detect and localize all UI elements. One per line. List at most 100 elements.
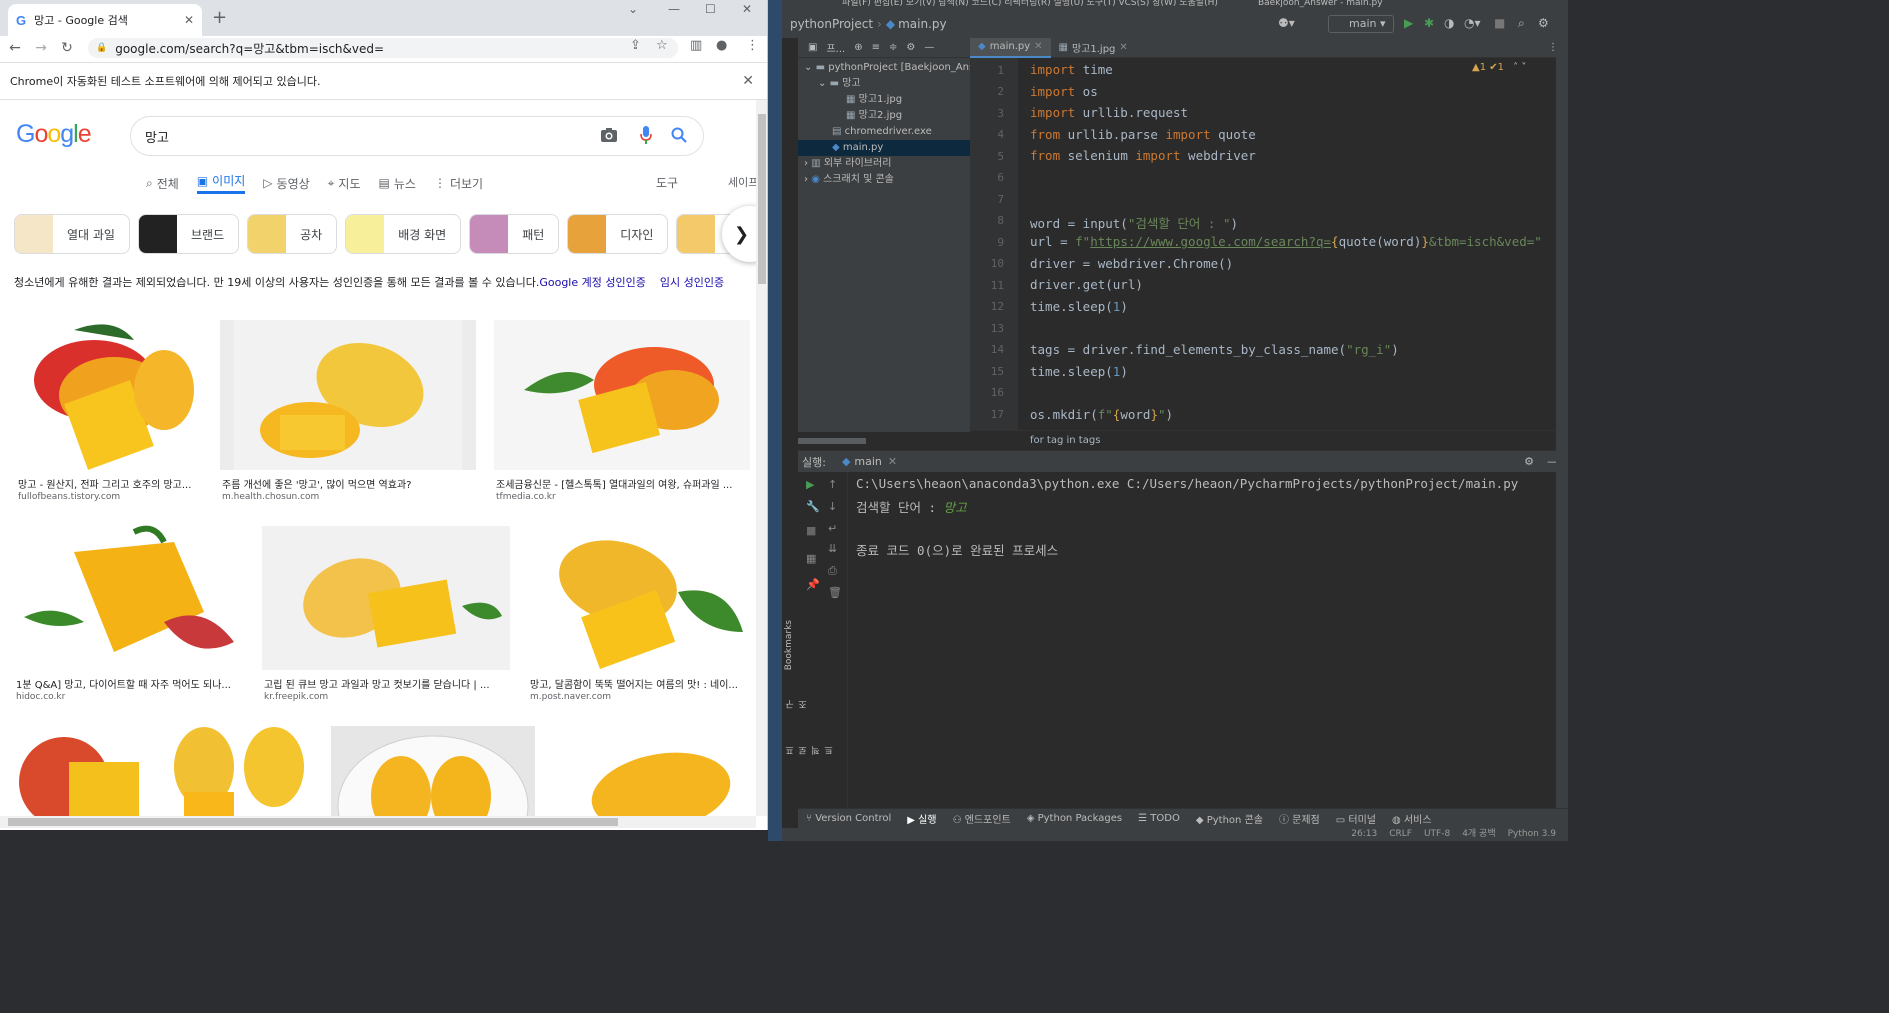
result-caption-5[interactable]: 고립 된 큐브 망고 과일과 망고 컷보기를 닫습니다 | ...	[264, 676, 506, 691]
tree-item-mango2[interactable]: ▦ 망고2.jpg	[798, 108, 970, 124]
result-image-8[interactable]	[164, 722, 314, 816]
result-image-5[interactable]	[262, 526, 510, 670]
run-icon[interactable]: ▶	[1404, 16, 1413, 30]
pin-icon[interactable]: 📌	[806, 578, 820, 591]
print-icon[interactable]: ⎙	[828, 564, 837, 578]
page-vertical-scrollbar[interactable]	[756, 100, 767, 816]
tree-item-scratches[interactable]: › ◉ 스크래치 및 콘솔	[798, 172, 970, 188]
locate-icon[interactable]: ⊕	[854, 42, 862, 53]
trash-icon[interactable]: 🗑	[828, 586, 842, 599]
maximize-icon[interactable]: ☐	[705, 2, 716, 22]
python-packages-tool[interactable]: ◈ Python Packages	[1027, 813, 1122, 824]
code-editor[interactable]: import time import os import urllib.requ…	[1030, 58, 1560, 432]
bookmarks-tool[interactable]: Bookmarks	[784, 620, 794, 670]
chip-pattern[interactable]: 패턴	[469, 214, 560, 254]
cursor-position[interactable]: 26:13	[1351, 828, 1377, 841]
expand-all-icon[interactable]: ≡	[872, 42, 880, 53]
scrollbar-thumb[interactable]	[8, 818, 618, 826]
chip-brand[interactable]: 브랜드	[137, 214, 240, 254]
result-image-10[interactable]	[551, 722, 751, 816]
filter-news[interactable]: ▤ 뉴스	[379, 172, 416, 194]
chip-tropical-fruit[interactable]: 열대 과일	[14, 214, 130, 254]
result-image-3[interactable]	[494, 320, 750, 470]
scrollbar-thumb[interactable]	[758, 114, 766, 284]
page-horizontal-scrollbar[interactable]	[0, 816, 756, 828]
forward-icon[interactable]: →	[28, 40, 54, 56]
editor-tab-mango1[interactable]: ▦ 망고1.jpg ✕	[1051, 38, 1136, 58]
reload-icon[interactable]: ↻	[54, 40, 80, 56]
tree-item-project-root[interactable]: ⌄ ▬ pythonProject [Baekjoon_Answer]	[798, 60, 970, 76]
result-caption-6[interactable]: 망고, 달콤함이 뚝뚝 떨어지는 여름의 맛! : 네이...	[530, 676, 748, 691]
breadcrumb-file[interactable]: main.py	[898, 17, 947, 31]
new-tab-icon[interactable]: +	[212, 7, 227, 28]
project-view-icon[interactable]: ▣	[808, 42, 817, 53]
close-tab-icon[interactable]: ✕	[888, 455, 897, 468]
version-control-tool[interactable]: ⑂ Version Control	[806, 813, 891, 824]
result-caption-2[interactable]: 주름 개선에 좋은 '망고', 많이 먹으면 역효과?	[222, 476, 476, 491]
code-breadcrumb[interactable]: for tag in tags	[970, 430, 1568, 450]
result-image-9[interactable]	[331, 726, 535, 816]
result-caption-4[interactable]: 1분 Q&A] 망고, 다이어트할 때 자주 먹어도 되나...	[16, 676, 242, 691]
result-caption-3[interactable]: 조세금융신문 - [헬스톡톡] 열대과일의 여왕, 슈퍼과일 ...	[496, 476, 746, 491]
close-tab-icon[interactable]: ✕	[1034, 41, 1042, 52]
back-icon[interactable]: ←	[2, 40, 28, 56]
microphone-icon[interactable]	[640, 126, 652, 144]
result-image-6[interactable]	[528, 522, 750, 670]
arrow-down-icon[interactable]: ↓	[828, 500, 837, 513]
stop-icon[interactable]: ■	[806, 524, 816, 537]
indent-setting[interactable]: 4개 공백	[1462, 828, 1495, 841]
stop-icon[interactable]: ■	[1494, 16, 1505, 30]
address-bar[interactable]: 🔒 google.com/search?q=망고&tbm=isch&ved=	[88, 38, 678, 58]
wrench-icon[interactable]: 🔧	[806, 500, 820, 513]
profile-avatar-icon[interactable]: ●	[716, 38, 727, 53]
tree-item-chromedriver[interactable]: ▤ chromedriver.exe	[798, 124, 970, 140]
terminal-tool[interactable]: ▭ 터미널	[1336, 811, 1376, 826]
search-icon[interactable]	[671, 127, 687, 143]
result-image-1[interactable]	[14, 320, 202, 470]
tree-horizontal-scrollbar[interactable]	[798, 438, 866, 444]
tree-item-mango1[interactable]: ▦ 망고1.jpg	[798, 92, 970, 108]
problems-tool[interactable]: ⓘ 문제점	[1279, 811, 1320, 826]
scroll-to-end-icon[interactable]: ⇊	[828, 542, 837, 555]
endpoints-tool[interactable]: ⚇ 엔드포인트	[953, 811, 1011, 826]
rerun-icon[interactable]: ▶	[806, 478, 814, 491]
ide-menu-bar[interactable]: 파일(F) 편집(E) 보기(V) 탐색(N) 코드(C) 리팩터링(R) 실행…	[782, 0, 1568, 10]
result-image-4[interactable]	[14, 522, 244, 670]
soft-wrap-icon[interactable]: ↵	[828, 522, 837, 535]
chip-design[interactable]: 디자인	[567, 214, 669, 254]
minimize-icon[interactable]: —	[668, 2, 680, 22]
bookmark-star-icon[interactable]: ☆	[656, 38, 668, 53]
filter-more[interactable]: ⋮ 더보기	[434, 172, 483, 194]
chip-wallpaper[interactable]: 배경 화면	[345, 214, 462, 254]
result-image-2[interactable]	[220, 320, 476, 470]
adult-verify-link[interactable]: Google 계정 성인인증	[539, 276, 646, 289]
browser-tab[interactable]: G 망고 - Google 검색 ✕	[8, 4, 202, 36]
close-tab-icon[interactable]: ✕	[1119, 42, 1127, 53]
tree-item-mango-folder[interactable]: ⌄ ▬ 망고	[798, 76, 970, 92]
side-panel-icon[interactable]: ▥	[690, 38, 702, 53]
debug-icon[interactable]: ✱	[1424, 16, 1434, 30]
gear-icon[interactable]: ⚙	[1524, 455, 1534, 468]
profile-icon[interactable]: ◔▾	[1464, 16, 1481, 30]
coverage-icon[interactable]: ◑	[1444, 16, 1454, 30]
tab-search-icon[interactable]: ⌄	[628, 2, 638, 22]
structure-tool[interactable]: 구조	[784, 700, 810, 709]
project-tool-label[interactable]: 프...	[826, 40, 845, 55]
file-encoding[interactable]: UTF-8	[1424, 828, 1450, 841]
run-tab-label[interactable]: main	[854, 455, 881, 468]
tools-button[interactable]: 도구	[656, 174, 678, 191]
filter-all[interactable]: ⌕ 전체	[146, 172, 179, 194]
gear-icon[interactable]: ⚙	[906, 42, 915, 53]
filter-images[interactable]: ▣ 이미지	[196, 172, 246, 194]
python-console-tool[interactable]: ◆ Python 콘솔	[1196, 811, 1263, 826]
share-icon[interactable]: ⇪	[630, 38, 641, 53]
layout-icon[interactable]: ▦	[806, 552, 816, 565]
run-config-select[interactable]: main ▾	[1328, 15, 1394, 33]
python-interpreter[interactable]: Python 3.9	[1508, 828, 1556, 841]
hide-icon[interactable]: —	[924, 42, 934, 53]
arrow-up-icon[interactable]: ↑	[828, 478, 837, 491]
close-tab-icon[interactable]: ✕	[184, 13, 194, 27]
result-image-7[interactable]	[14, 722, 148, 816]
tree-item-main-py[interactable]: ◆ main.py	[798, 140, 970, 156]
run-console[interactable]: C:\Users\heaon\anaconda3\python.exe C:/U…	[856, 472, 1556, 807]
